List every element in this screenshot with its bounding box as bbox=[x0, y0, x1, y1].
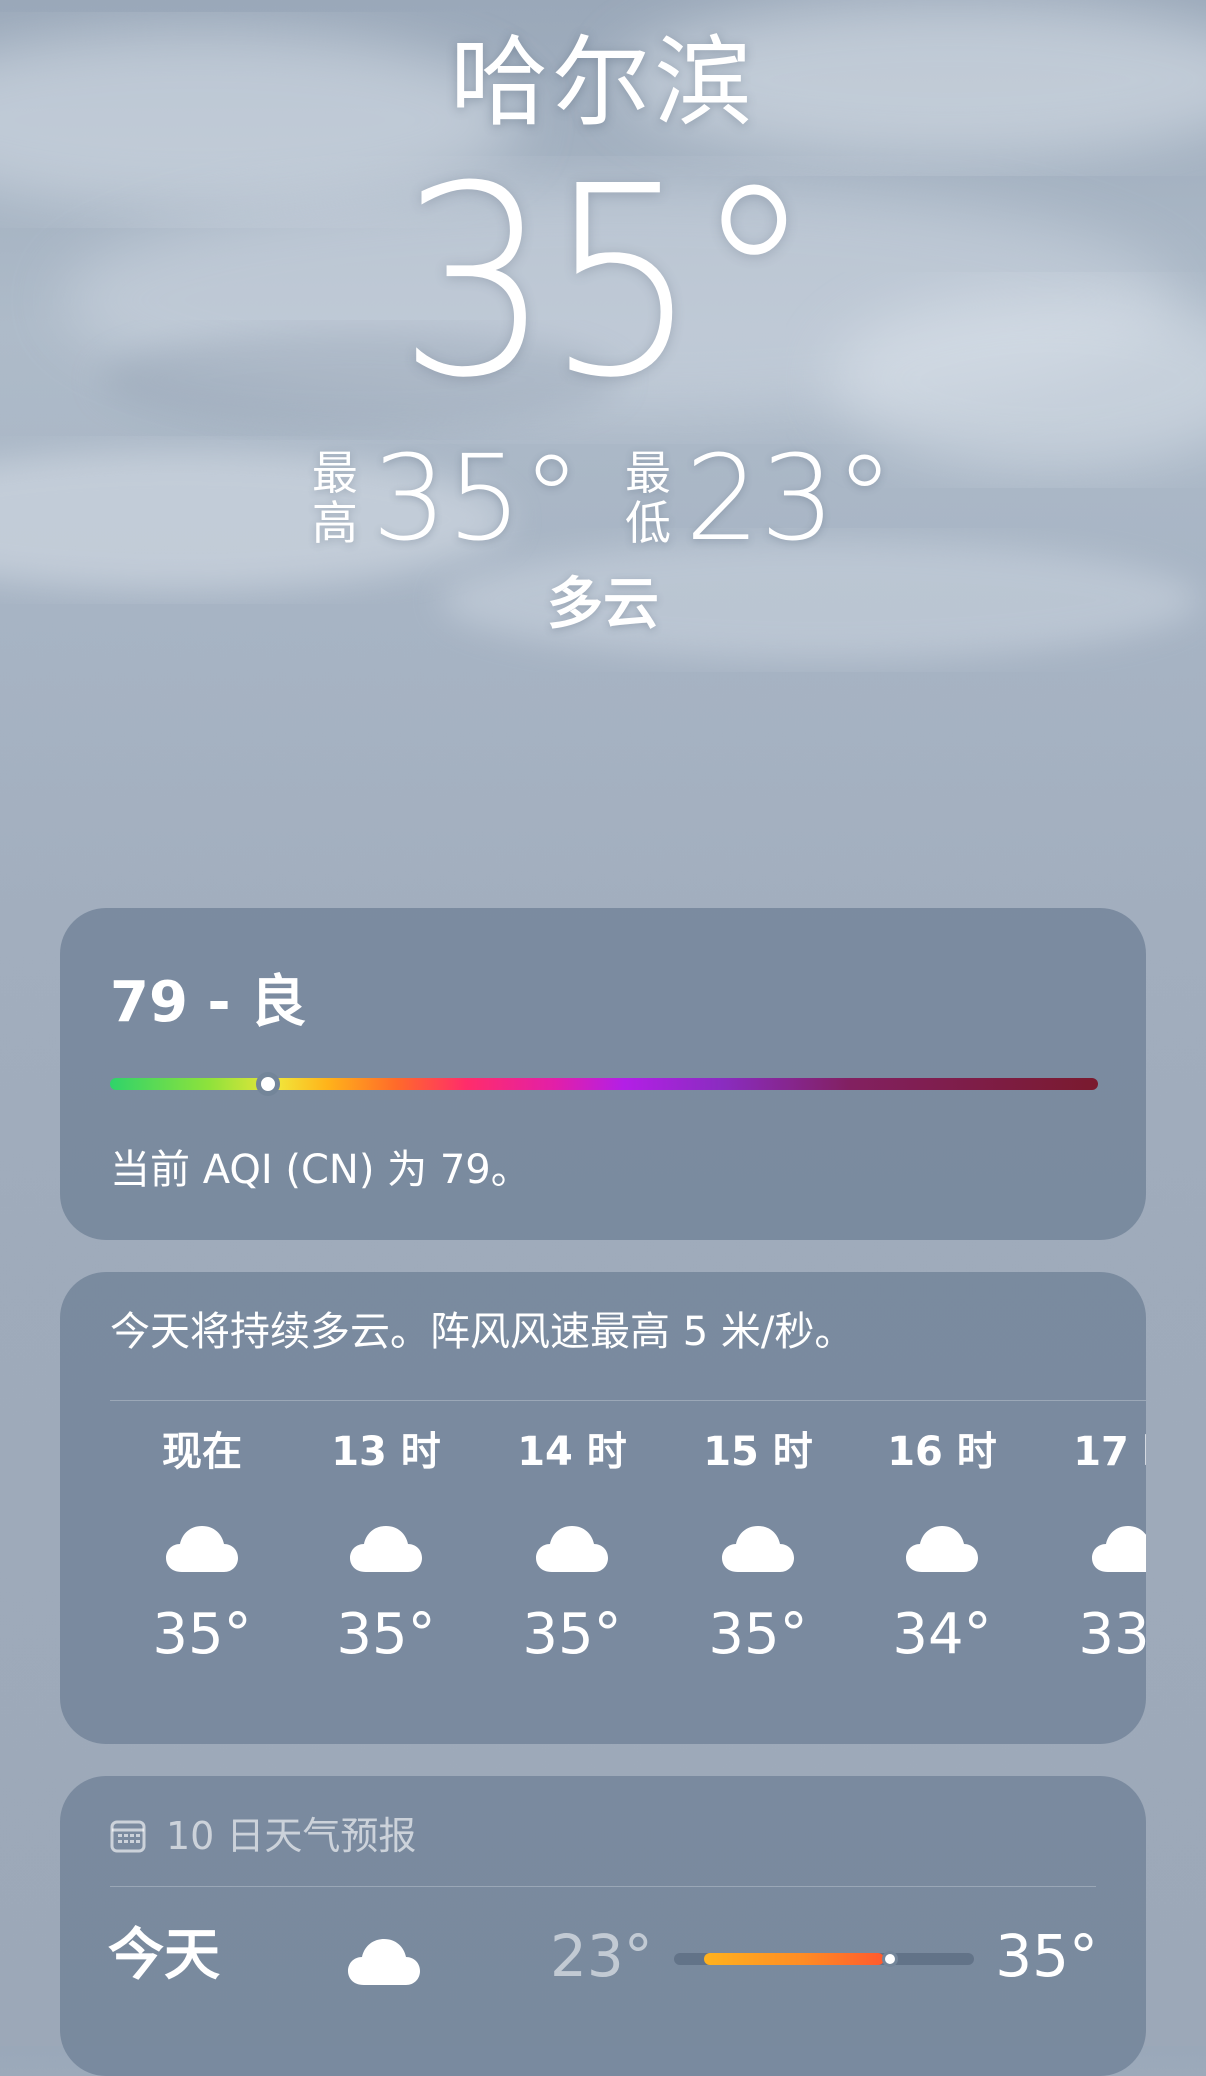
day-name: 今天 bbox=[108, 1923, 220, 1988]
ten-day-forecast-card[interactable]: 10 日天气预报 今天 23° 35° bbox=[60, 1776, 1146, 2076]
hour-temperature: 35° bbox=[522, 1602, 622, 1667]
forecast-title: 10 日天气预报 bbox=[166, 1814, 417, 1858]
city-name: 哈尔滨 bbox=[449, 26, 756, 140]
hour-item: 13 时 35° bbox=[306, 1422, 466, 1670]
high-temperature: 最 高 35° bbox=[312, 438, 581, 558]
hour-temperature: 33° bbox=[1078, 1602, 1146, 1667]
hour-label: 15 时 bbox=[703, 1429, 813, 1475]
hour-temperature: 35° bbox=[708, 1602, 808, 1667]
cloud-icon bbox=[166, 1526, 238, 1572]
hour-temperature: 35° bbox=[336, 1602, 436, 1667]
aqi-indicator-dot bbox=[256, 1072, 281, 1096]
cloud-icon bbox=[1092, 1526, 1146, 1572]
hour-item: 15 时 35° bbox=[678, 1422, 838, 1670]
current-temperature: 35° bbox=[397, 130, 814, 435]
hourly-forecast-card[interactable]: 今天将持续多云。阵风风速最高 5 米/秒。 现在 35° 13 时 35° 14… bbox=[60, 1272, 1146, 1744]
weather-condition: 多云 bbox=[547, 572, 659, 637]
hour-label: 17 时 bbox=[1073, 1429, 1146, 1475]
current-temperature-dot bbox=[882, 1951, 898, 1967]
low-temperature: 最 低 23° bbox=[625, 438, 894, 558]
hour-item: 16 时 34° bbox=[862, 1422, 1022, 1670]
high-label: 最 高 bbox=[311, 446, 358, 550]
hourly-list[interactable]: 现在 35° 13 时 35° 14 时 35° 15 时 35° 16 时 3… bbox=[60, 1422, 1146, 1722]
hour-label: 13 时 bbox=[331, 1429, 441, 1475]
low-label: 最 低 bbox=[625, 446, 671, 550]
aqi-description: 当前 AQI (CN) 为 79。 bbox=[110, 1147, 531, 1193]
hour-item: 17 时 33° bbox=[1048, 1422, 1146, 1670]
high-low-temperatures: 最 高 35° 最 低 23° bbox=[0, 438, 1206, 558]
forecast-day-row[interactable]: 今天 23° 35° bbox=[60, 1901, 1146, 2011]
divider bbox=[110, 1400, 1146, 1401]
hour-temperature: 34° bbox=[892, 1602, 992, 1667]
high-value: 35° bbox=[371, 429, 581, 567]
cloud-icon bbox=[348, 1939, 420, 1985]
aqi-value: 79 - 良 bbox=[110, 970, 307, 1035]
cloud-icon bbox=[350, 1526, 422, 1572]
forecast-summary: 今天将持续多云。阵风风速最高 5 米/秒。 bbox=[110, 1309, 855, 1355]
cloud-icon bbox=[906, 1526, 978, 1572]
day-high-temperature: 35° bbox=[995, 1922, 1098, 1990]
forecast-header: 10 日天气预报 bbox=[110, 1806, 416, 1866]
calendar-icon bbox=[110, 1820, 146, 1853]
hour-label: 14 时 bbox=[517, 1429, 627, 1475]
divider bbox=[110, 1886, 1096, 1887]
day-low-temperature: 23° bbox=[550, 1922, 653, 1990]
hour-item: 现在 35° bbox=[122, 1422, 282, 1670]
hour-label: 现在 bbox=[162, 1429, 242, 1475]
temperature-range-bar bbox=[674, 1951, 974, 1967]
hour-item: 14 时 35° bbox=[492, 1422, 652, 1670]
hour-temperature: 35° bbox=[152, 1602, 252, 1667]
cloud-icon bbox=[536, 1526, 608, 1572]
hour-label: 16 时 bbox=[887, 1429, 997, 1475]
cloud-icon bbox=[722, 1526, 794, 1572]
low-value: 23° bbox=[685, 429, 895, 567]
temperature-range-fill bbox=[704, 1953, 884, 1965]
air-quality-card[interactable]: 79 - 良 当前 AQI (CN) 为 79。 bbox=[60, 908, 1146, 1240]
